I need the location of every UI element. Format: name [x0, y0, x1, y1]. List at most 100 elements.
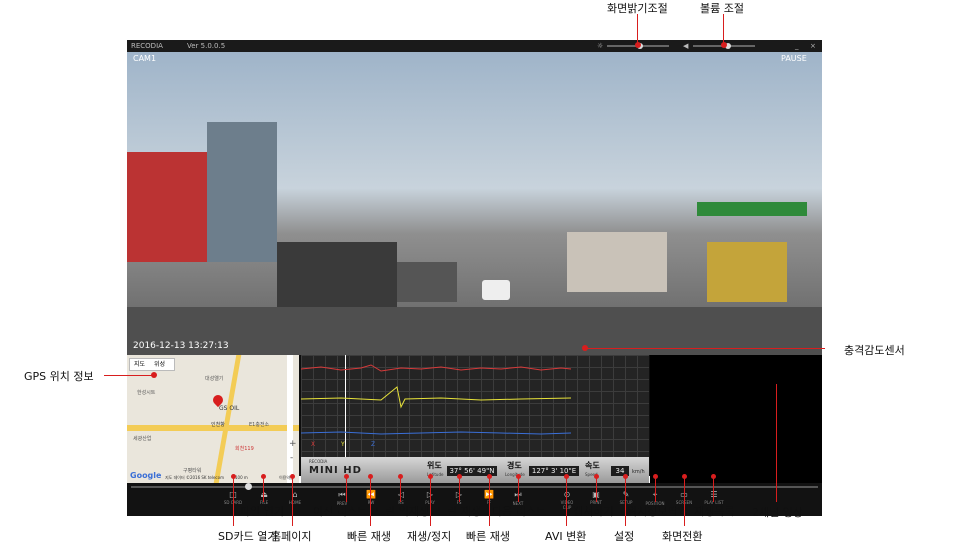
map-tab-map[interactable]: 지도	[134, 359, 145, 370]
callout-line-brightness	[637, 14, 638, 44]
volume-icon: ◀	[683, 42, 689, 50]
callout-dot-playlist	[711, 474, 716, 479]
main-video[interactable]: CAM1 PAUSE 2016-12-13 13:27:13	[127, 52, 822, 355]
callout-line-avi-convert	[566, 478, 567, 526]
legend-x: X	[311, 441, 316, 448]
homepage-button[interactable]: ⌂ HOME	[285, 490, 305, 505]
video-truck-2	[397, 262, 457, 302]
homepage-label: HOME	[288, 500, 302, 505]
callout-dot-next-list	[516, 474, 521, 479]
prev-list-icon: ⏮	[338, 490, 346, 499]
callout-line-file-open	[263, 478, 264, 502]
callout-dot-fast-rewind	[368, 474, 373, 479]
lon-label: 경도	[507, 461, 522, 470]
video-gas-station-canopy	[697, 202, 807, 216]
map-place-6: 세광산업	[133, 436, 152, 442]
map-scale: 100 m	[235, 475, 248, 480]
map-place-2: 한성시트	[137, 390, 156, 396]
callout-line-sd-card-open	[233, 478, 234, 526]
video-shop	[567, 232, 667, 292]
callout-prev: 이전 리스트	[313, 505, 368, 518]
map-place-3: GS OIL	[219, 405, 240, 412]
minimize-button[interactable]: _	[795, 40, 799, 52]
lon-value: 127° 3' 10"E	[529, 466, 579, 476]
callout-line-slow-play	[459, 478, 460, 502]
callout-line-next-list	[518, 478, 519, 502]
callout-line-play-stop	[430, 478, 431, 526]
video-building	[207, 122, 277, 262]
video-sign-left	[127, 152, 207, 262]
brand-label: RECODIA	[131, 42, 163, 50]
zoom-out-button[interactable]: -	[290, 453, 293, 463]
map-tabs: 지도 위성	[129, 358, 175, 371]
callout-dot-play-stop	[428, 474, 433, 479]
slow-rewind-icon: ◁	[397, 490, 405, 499]
shock-sensor-graph: X Y Z	[301, 355, 649, 457]
callout-avi: AVI 변환	[545, 530, 587, 543]
callout-next: 다음 리스트	[492, 505, 547, 518]
callout-ch2: 2채널 영상	[752, 506, 803, 519]
callout-slow-rev: 느린 역재생	[375, 505, 430, 518]
callout-dot-volume	[721, 42, 727, 48]
callout-capture: 캡쳐하기	[573, 505, 614, 518]
callout-line-screen-switch	[684, 478, 685, 526]
callout-line-fast-forward	[489, 478, 490, 526]
callout-play-stop: 재생/정지	[407, 530, 452, 543]
callout-fast-fwd: 빠른 재생	[466, 530, 510, 543]
callout-dot-homepage	[290, 474, 295, 479]
callout-dot-prev-list	[344, 474, 349, 479]
callout-file: 파일 열기	[240, 505, 284, 518]
speed-label: 속도	[585, 461, 600, 470]
fast-rewind-icon: ⏪	[366, 490, 376, 499]
video-timestamp: 2016-12-13 13:27:13	[133, 341, 229, 351]
callout-dot-position-popup	[653, 474, 658, 479]
map-road-side	[287, 355, 293, 483]
info-brand: MINI HD	[309, 465, 362, 476]
callout-dot-gps	[151, 372, 157, 378]
video-car	[482, 280, 510, 300]
map-place-1: 대성엘기	[205, 376, 224, 382]
callout-line-volume	[723, 14, 724, 44]
callout-dot-brightness	[635, 42, 641, 48]
map-tab-satellite[interactable]: 위성	[154, 359, 165, 370]
callout-line-position-popup	[655, 478, 656, 502]
callout-line-gps	[104, 375, 154, 376]
callout-dot-screen-switch	[682, 474, 687, 479]
callout-position-popup: 위치정보팝업	[627, 505, 688, 518]
seek-knob[interactable]	[245, 483, 252, 490]
graph-lines	[301, 364, 572, 435]
camera-label: CAM1	[133, 54, 157, 63]
map-place-7: 회천119	[235, 446, 254, 452]
callout-slow-play: 느린 재생	[437, 505, 481, 518]
callout-dot-settings	[623, 474, 628, 479]
lat-label: 위도	[427, 461, 442, 470]
callout-dot-shock	[582, 345, 588, 351]
callout-line-settings	[625, 478, 626, 526]
info-brand-top: RECODIA	[309, 459, 328, 464]
file-open-icon: ⏏	[260, 490, 268, 499]
callout-dot-slow-rewind	[398, 474, 403, 479]
callout-dot-sd-card-open	[231, 474, 236, 479]
callout-dot-capture	[594, 474, 599, 479]
callout-fast-rev: 빠른 재생	[347, 530, 391, 543]
close-button[interactable]: ×	[810, 40, 816, 52]
callout-line-ch2	[776, 384, 777, 502]
zoom-in-button[interactable]: +	[289, 439, 297, 449]
map-footer: 지도 데이터 ©2016 SK telecom	[165, 475, 224, 480]
google-logo: Google	[130, 471, 162, 480]
seek-bar[interactable]	[131, 483, 818, 490]
map-place-8: 구평타워	[183, 468, 202, 474]
channel-2-video[interactable]	[650, 355, 822, 483]
callout-line-homepage	[292, 478, 293, 526]
callout-line-shock	[585, 348, 825, 349]
legend-y: Y	[341, 441, 345, 448]
homepage-icon: ⌂	[292, 490, 298, 499]
callout-line-fast-rewind	[370, 478, 371, 526]
player-window: RECODIA Ver 5.0.0.5 ☼ ◀ _ × CAM1 PAUSE 2…	[127, 40, 822, 516]
callout-dot-avi-convert	[564, 474, 569, 479]
callout-playlist: 재생목록	[694, 505, 735, 518]
callout-home: 홈페이지	[271, 530, 312, 543]
video-truck	[277, 242, 397, 312]
version-label: Ver 5.0.0.5	[187, 42, 226, 50]
callout-line-capture	[596, 478, 597, 502]
